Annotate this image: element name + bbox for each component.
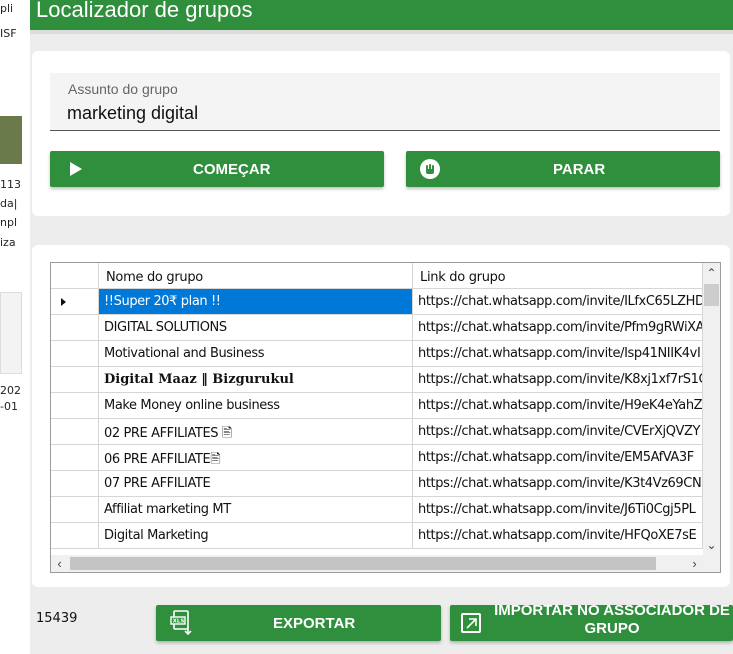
start-button-label: COMEÇAR [193, 161, 271, 178]
table-row[interactable]: Digital Marketing https://chat.whatsapp.… [51, 523, 703, 549]
background-thumbnail [0, 116, 22, 164]
import-to-associator-button[interactable]: IMPORTAR NO ASSOCIADOR DE GRUPO [450, 602, 733, 641]
subject-input[interactable] [67, 100, 707, 126]
title-bar: Localizador de grupos [30, 0, 733, 30]
hand-stop-icon [420, 159, 440, 179]
horizontal-scrollbar[interactable]: ‹ › [51, 555, 703, 572]
scroll-right-arrow-icon[interactable]: › [686, 555, 703, 572]
results-count: 15439 [36, 611, 78, 626]
row-header[interactable] [51, 523, 99, 549]
background-text: da| [0, 197, 18, 210]
group-link-cell[interactable]: https://chat.whatsapp.com/invite/K8xj1xf… [413, 367, 703, 393]
group-name-cell[interactable]: Digital Marketing [99, 523, 413, 549]
group-name-cell[interactable]: !!Super 20₹ plan !! [99, 289, 413, 315]
play-icon [70, 162, 82, 176]
group-link-cell[interactable]: https://chat.whatsapp.com/invite/Pfm9gRW… [413, 315, 703, 341]
group-name-cell[interactable]: 07 PRE AFFILIATE [99, 471, 413, 497]
table-row[interactable]: Digital Maaz ‖ Bizgurukul https://chat.w… [51, 367, 703, 393]
background-text: -01 [0, 400, 18, 413]
table-row[interactable]: Motivational and Business https://chat.w… [51, 341, 703, 367]
group-link-cell[interactable]: https://chat.whatsapp.com/invite/ILfxC65… [413, 289, 703, 315]
vertical-scrollbar[interactable]: ⌃ ⌄ [703, 263, 720, 556]
external-link-icon [461, 613, 481, 633]
background-text: iza [0, 236, 16, 249]
export-button[interactable]: XLS EXPORTAR [156, 605, 441, 641]
table-row[interactable]: Make Money online business https://chat.… [51, 393, 703, 419]
app-window: Localizador de grupos Assunto do grupo C… [30, 0, 733, 654]
search-panel: Assunto do grupo COMEÇAR PARAR [32, 51, 730, 216]
group-link-cell[interactable]: https://chat.whatsapp.com/invite/Isp41NI… [413, 341, 703, 367]
group-link-cell[interactable]: https://chat.whatsapp.com/invite/HFQoXE7… [413, 523, 703, 549]
background-text: pli [0, 2, 14, 15]
table-row[interactable]: 02 PRE AFFILIATES 🖹 https://chat.whatsap… [51, 419, 703, 445]
group-name-cell[interactable]: Motivational and Business [99, 341, 413, 367]
table-row[interactable]: !!Super 20₹ plan !! https://chat.whatsap… [51, 289, 703, 315]
group-link-cell[interactable]: https://chat.whatsapp.com/invite/H9eK4eY… [413, 393, 703, 419]
horizontal-scroll-thumb[interactable] [70, 557, 656, 570]
table-row[interactable]: DIGITAL SOLUTIONS https://chat.whatsapp.… [51, 315, 703, 341]
row-header-corner [51, 263, 99, 289]
group-name-cell[interactable]: Digital Maaz ‖ Bizgurukul [99, 367, 413, 393]
export-button-label: EXPORTAR [273, 615, 356, 632]
scroll-left-arrow-icon[interactable]: ‹ [51, 555, 68, 572]
scroll-down-arrow-icon[interactable]: ⌄ [703, 537, 720, 554]
column-header-name[interactable]: Nome do grupo [99, 263, 413, 289]
scrollbar-corner [703, 555, 720, 572]
row-header[interactable] [51, 341, 99, 367]
svg-text:XLS: XLS [173, 619, 185, 625]
subject-field-label: Assunto do grupo [68, 81, 178, 97]
results-panel: Nome do grupo Link do grupo !!Super 20₹ … [32, 245, 730, 587]
row-header[interactable] [51, 289, 99, 315]
table-row[interactable]: Affiliat marketing MT https://chat.whats… [51, 497, 703, 523]
import-button-label: IMPORTAR NO ASSOCIADOR DE GRUPO [494, 602, 730, 637]
scroll-up-arrow-icon[interactable]: ⌃ [703, 265, 720, 282]
row-pointer-icon [61, 298, 66, 306]
window-title: Localizador de grupos [36, 0, 253, 22]
background-document-thumbnail [0, 292, 22, 374]
table-row[interactable]: 06 PRE AFFILIATE🖹 https://chat.whatsapp.… [51, 445, 703, 471]
vertical-scroll-thumb[interactable] [704, 284, 719, 306]
grid-header: Nome do grupo Link do grupo [51, 263, 703, 289]
column-header-link[interactable]: Link do grupo [413, 263, 703, 289]
group-name-cell[interactable]: Make Money online business [99, 393, 413, 419]
xls-export-icon: XLS [170, 610, 196, 640]
row-header[interactable] [51, 419, 99, 445]
background-text: npl [0, 216, 18, 229]
row-header[interactable] [51, 497, 99, 523]
row-header[interactable] [51, 471, 99, 497]
group-name-cell[interactable]: Affiliat marketing MT [99, 497, 413, 523]
group-name-cell[interactable]: DIGITAL SOLUTIONS [99, 315, 413, 341]
subject-field[interactable]: Assunto do grupo [50, 73, 720, 131]
group-name-cell[interactable]: 06 PRE AFFILIATE🖹 [99, 445, 413, 471]
title-divider [30, 30, 733, 34]
group-link-cell[interactable]: https://chat.whatsapp.com/invite/EM5AfVA… [413, 445, 703, 471]
table-row[interactable]: 07 PRE AFFILIATE https://chat.whatsapp.c… [51, 471, 703, 497]
background-desktop: pli ISF 113 da| npl iza 202 -01 [0, 0, 30, 654]
group-link-cell[interactable]: https://chat.whatsapp.com/invite/K3t4Vz6… [413, 471, 703, 497]
stop-button-label: PARAR [553, 161, 606, 178]
row-header[interactable] [51, 445, 99, 471]
row-header[interactable] [51, 367, 99, 393]
background-text: 202 [0, 384, 21, 397]
group-link-cell[interactable]: https://chat.whatsapp.com/invite/CVErXjQ… [413, 419, 703, 445]
start-button[interactable]: COMEÇAR [50, 151, 384, 187]
group-link-cell[interactable]: https://chat.whatsapp.com/invite/J6Ti0Cg… [413, 497, 703, 523]
group-name-cell[interactable]: 02 PRE AFFILIATES 🖹 [99, 419, 413, 445]
results-grid[interactable]: Nome do grupo Link do grupo !!Super 20₹ … [50, 262, 721, 573]
background-text: ISF [0, 27, 17, 40]
row-header[interactable] [51, 393, 99, 419]
stop-button[interactable]: PARAR [406, 151, 720, 187]
background-text: 113 [0, 178, 21, 191]
row-header[interactable] [51, 315, 99, 341]
